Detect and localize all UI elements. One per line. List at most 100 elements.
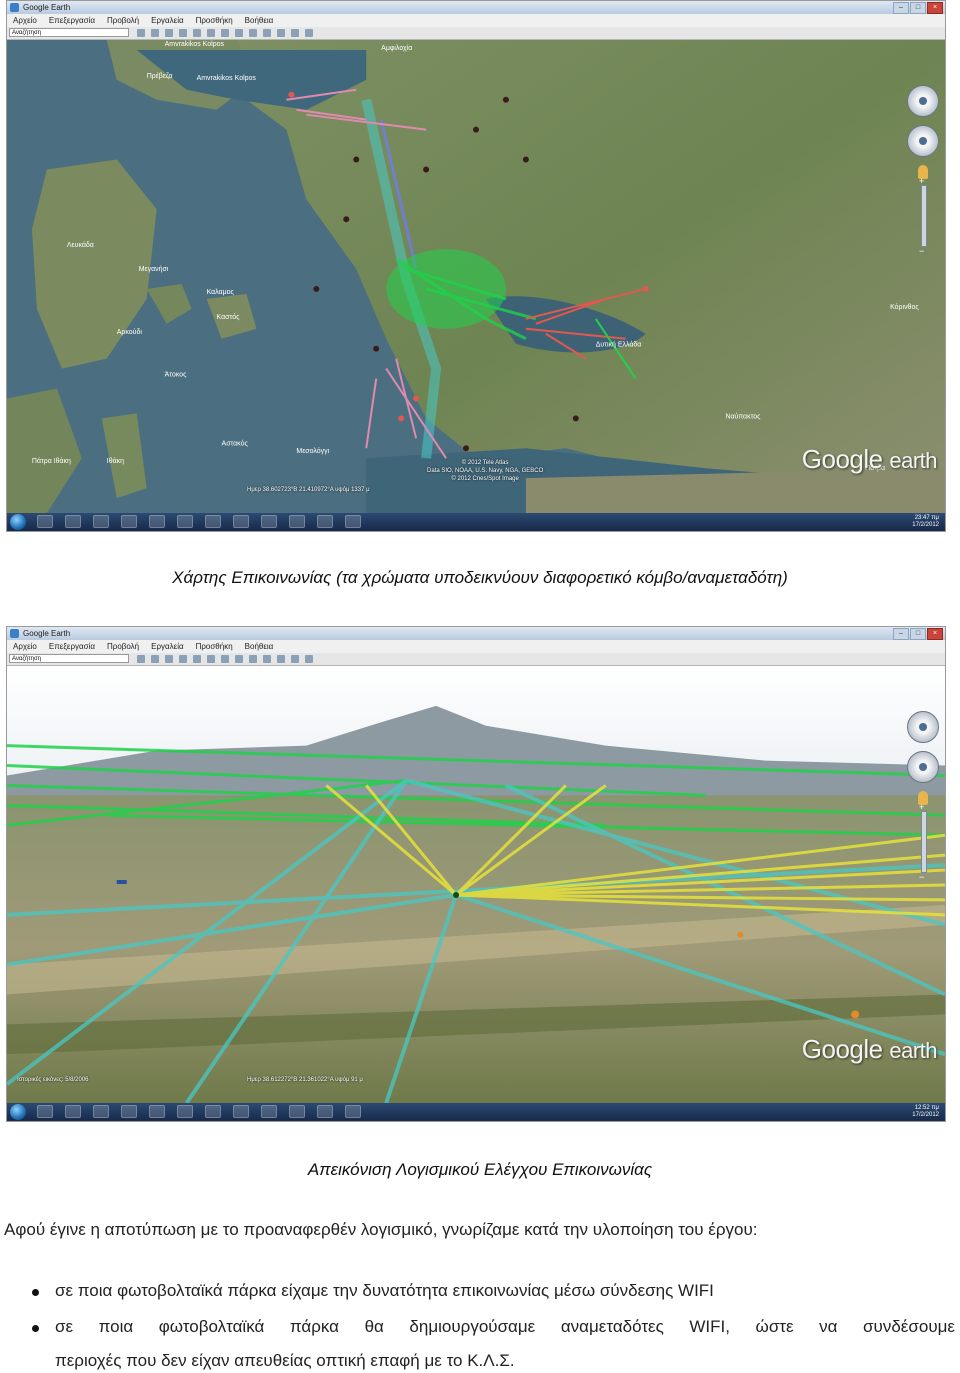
maps-icon[interactable] [305,29,313,37]
placemark[interactable] [288,91,295,98]
history-icon[interactable] [221,655,229,663]
start-button[interactable] [10,514,26,530]
map-view[interactable]: Amvrakikos Kolpos Amvrakikos Kolpos Πρέβ… [7,40,945,513]
system-tray-clock[interactable]: 23:47 πμ 17/2/2012 [912,515,939,529]
word-icon[interactable] [261,515,277,528]
planet-icon[interactable] [249,655,257,663]
placemark[interactable] [502,96,509,103]
folder-icon[interactable] [149,1105,165,1118]
minimize-button[interactable]: – [893,628,909,640]
move-control[interactable] [907,125,939,157]
placemark-icon[interactable] [151,29,159,37]
sidebar-toggle-icon[interactable] [137,29,145,37]
print-icon[interactable] [291,655,299,663]
zoom-slider[interactable] [919,802,927,882]
look-control[interactable] [907,711,939,743]
placemark[interactable] [642,285,649,292]
tour-icon[interactable] [207,29,215,37]
ie-icon[interactable] [37,515,53,528]
menu-tools[interactable]: Εργαλεία [151,14,183,27]
google-earth-taskbar-icon[interactable] [345,1105,361,1118]
tour-icon[interactable] [207,655,215,663]
chrome-icon[interactable] [121,515,137,528]
email-icon[interactable] [277,655,285,663]
placemark[interactable] [398,415,405,422]
map-marker[interactable] [116,880,127,885]
polygon-icon[interactable] [165,655,173,663]
app-icon[interactable] [317,1105,333,1118]
minimize-button[interactable]: – [893,2,909,14]
overlay-icon[interactable] [193,655,201,663]
firefox-icon[interactable] [65,1105,81,1118]
zoom-slider[interactable] [919,176,927,256]
print-icon[interactable] [291,29,299,37]
menu-view[interactable]: Προβολή [107,14,139,27]
system-tray-clock[interactable]: 12:52 πμ 17/2/2012 [912,1105,939,1119]
look-control[interactable] [907,85,939,117]
menu-edit[interactable]: Επεξεργασία [49,14,95,27]
email-icon[interactable] [277,29,285,37]
media-player-icon[interactable] [177,515,193,528]
outlook-icon[interactable] [93,1105,109,1118]
media-player-icon[interactable] [177,1105,193,1118]
menu-add[interactable]: Προσθήκη [196,14,233,27]
firefox-icon[interactable] [65,515,81,528]
sidebar-toggle-icon[interactable] [137,655,145,663]
app-icon[interactable] [317,515,333,528]
ruler-icon[interactable] [263,655,271,663]
menu-view[interactable]: Προβολή [107,640,139,653]
placemark[interactable] [353,156,360,163]
path-icon[interactable] [179,29,187,37]
menu-add[interactable]: Προσθήκη [196,640,233,653]
path-icon[interactable] [179,655,187,663]
google-earth-taskbar-icon[interactable] [345,515,361,528]
folder-icon[interactable] [149,515,165,528]
menu-file[interactable]: Αρχείο [13,14,37,27]
placemark-icon[interactable] [151,655,159,663]
map-view-3d[interactable]: Google earth Ιστορικές εικόνες: 5/8/2006… [7,666,945,1103]
placemark[interactable] [373,345,380,352]
sun-icon[interactable] [235,655,243,663]
menu-file[interactable]: Αρχείο [13,640,37,653]
placemark[interactable] [463,445,470,452]
sun-icon[interactable] [235,29,243,37]
planet-icon[interactable] [249,29,257,37]
outlook-icon[interactable] [93,515,109,528]
search-select[interactable]: Αναζήτηση [9,28,129,37]
menu-help[interactable]: Βοήθεια [245,14,274,27]
placemark[interactable] [473,126,479,133]
ie-icon[interactable] [37,1105,53,1118]
placemark[interactable] [572,415,579,422]
start-button[interactable] [10,1104,26,1120]
skype-icon[interactable] [289,515,305,528]
maximize-button[interactable]: □ [910,2,926,14]
placemark[interactable] [522,156,529,163]
close-button[interactable]: × [927,2,943,14]
skype-icon[interactable] [289,1105,305,1118]
placemark[interactable] [343,216,350,223]
app-icon[interactable] [205,1105,221,1118]
menu-help[interactable]: Βοήθεια [245,640,274,653]
placemark[interactable] [737,931,744,938]
move-control[interactable] [907,751,939,783]
polygon-icon[interactable] [165,29,173,37]
placemark[interactable] [413,395,420,402]
app-icon[interactable] [205,515,221,528]
search-select[interactable]: Αναζήτηση [9,654,129,663]
placemark[interactable] [851,1010,860,1019]
overlay-icon[interactable] [193,29,201,37]
app-icon[interactable] [233,515,249,528]
central-node[interactable] [453,891,460,898]
chrome-icon[interactable] [121,1105,137,1118]
menu-edit[interactable]: Επεξεργασία [49,640,95,653]
menu-tools[interactable]: Εργαλεία [151,640,183,653]
ruler-icon[interactable] [263,29,271,37]
placemark[interactable] [313,285,320,292]
maps-icon[interactable] [305,655,313,663]
word-icon[interactable] [261,1105,277,1118]
app-icon[interactable] [233,1105,249,1118]
maximize-button[interactable]: □ [910,628,926,640]
close-button[interactable]: × [927,628,943,640]
history-icon[interactable] [221,29,229,37]
placemark[interactable] [423,166,430,173]
